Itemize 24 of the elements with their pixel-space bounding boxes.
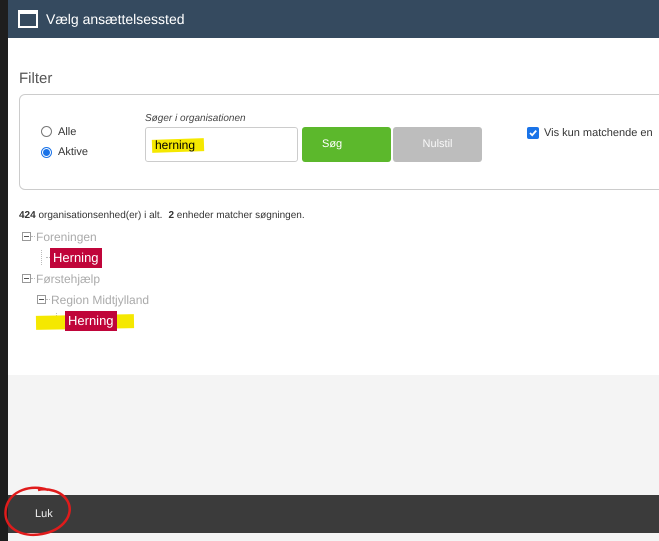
search-field[interactable]: herning: [145, 127, 298, 162]
checkbox[interactable]: [527, 127, 539, 139]
close-button[interactable]: Luk: [33, 506, 55, 522]
result-count: 424 organisationsenhed(er) i alt.: [19, 209, 162, 223]
collapse-icon[interactable]: [22, 232, 31, 241]
tree-node[interactable]: Foreningen: [35, 228, 98, 246]
window-icon: [18, 10, 38, 28]
collapse-icon[interactable]: [22, 274, 31, 283]
radio-button[interactable]: [41, 126, 52, 138]
tree-node[interactable]: Herning: [65, 310, 117, 330]
reset-button[interactable]: Nulstil: [393, 127, 482, 162]
tree-node[interactable]: Region Midtjylland: [50, 290, 150, 308]
search-button[interactable]: Søg: [302, 127, 391, 162]
search-label: Søger i organisationen: [145, 112, 247, 126]
checkbox-label: Vis kun matchende en: [544, 126, 653, 141]
radio-button[interactable]: [41, 146, 52, 158]
filter-heading: Filter: [19, 69, 54, 89]
result-count: 2 enheder matcher søgningen.: [168, 209, 305, 223]
radio-label: Alle: [58, 124, 76, 140]
window-title: Vælg ansættelsessted: [46, 10, 185, 29]
collapse-icon[interactable]: [37, 295, 46, 304]
radio-label: Aktive: [58, 145, 88, 160]
tree-node[interactable]: Herning: [50, 248, 102, 268]
tree-node[interactable]: Førstehjælp: [35, 270, 102, 288]
